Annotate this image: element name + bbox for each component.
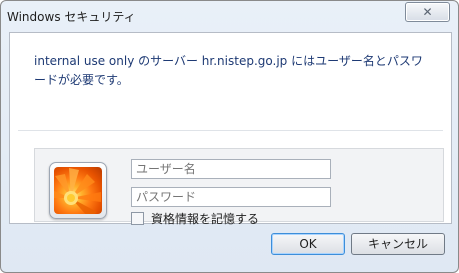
title-bar[interactable]: Windows セキュリティ ✕ [1, 1, 458, 31]
ok-button[interactable]: OK [271, 233, 345, 255]
close-icon: ✕ [422, 5, 433, 19]
remember-label: 資格情報を記憶する [151, 212, 260, 226]
avatar [49, 162, 107, 219]
cancel-button[interactable]: キャンセル [351, 233, 445, 255]
user-avatar-icon [54, 167, 102, 214]
window-title: Windows セキュリティ [7, 10, 136, 24]
username-input[interactable] [131, 159, 331, 179]
close-button[interactable]: ✕ [405, 2, 450, 22]
remember-checkbox[interactable] [131, 212, 144, 225]
password-input[interactable] [131, 187, 331, 207]
flower-icon [54, 168, 101, 214]
auth-message: internal use only のサーバー hr.nistep.go.jp … [34, 54, 423, 87]
separator [18, 130, 443, 131]
credential-dialog: Windows セキュリティ ✕ internal use only のサーバー… [0, 0, 459, 273]
credential-tile: 資格情報を記憶する [34, 148, 444, 226]
dialog-content: internal use only のサーバー hr.nistep.go.jp … [9, 32, 452, 226]
